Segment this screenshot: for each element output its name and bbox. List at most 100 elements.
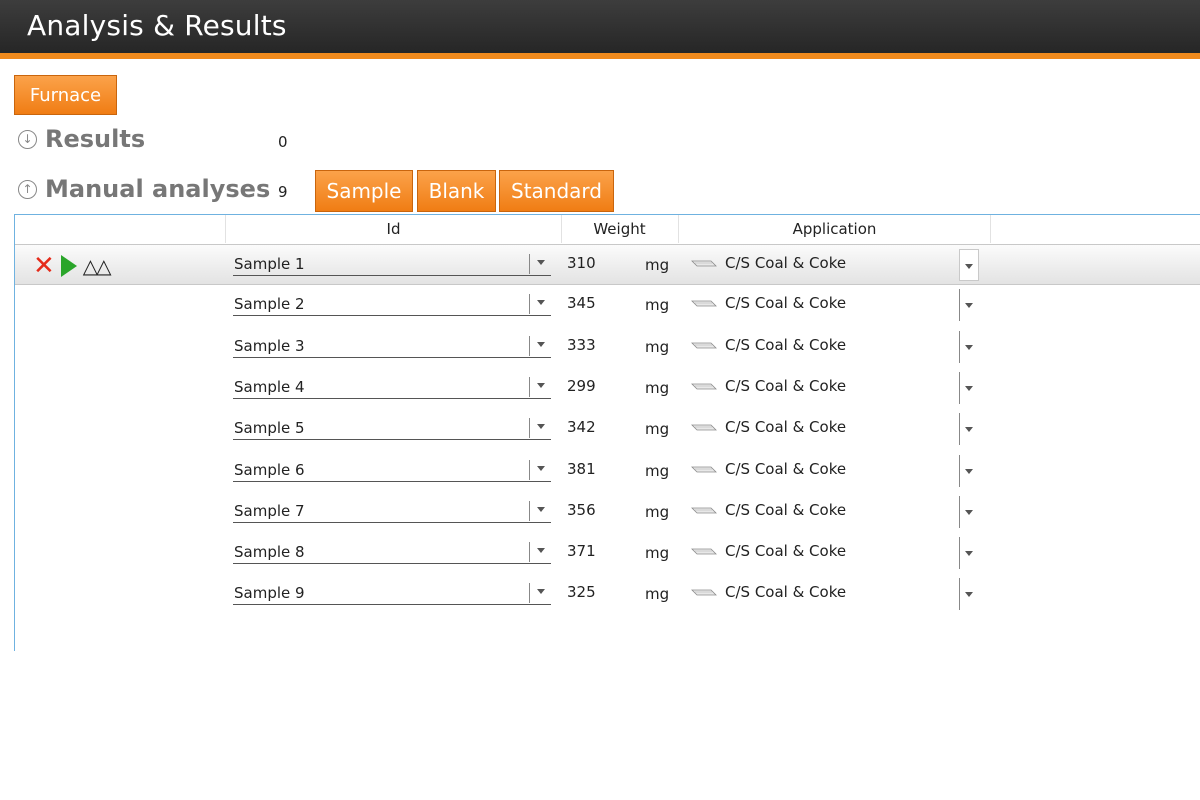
weight-unit: mg bbox=[645, 585, 670, 604]
application-dropdown[interactable] bbox=[959, 413, 979, 446]
weight-value[interactable]: 325 bbox=[567, 583, 596, 601]
application-value: C/S Coal & Coke bbox=[725, 500, 847, 519]
combobox-separator bbox=[529, 376, 530, 397]
furnace-button[interactable]: Furnace bbox=[14, 75, 117, 115]
weight-value[interactable]: 310 bbox=[567, 254, 596, 272]
application-dropdown[interactable] bbox=[959, 454, 979, 487]
column-header-application[interactable]: Application bbox=[679, 215, 991, 243]
application-value: C/S Coal & Coke bbox=[725, 542, 847, 561]
sample-id-combobox[interactable]: Sample 1 bbox=[233, 252, 551, 276]
sample-id-value: Sample 5 bbox=[234, 419, 305, 438]
table-row[interactable]: Sample 4 299 mg C/S Coal & Coke bbox=[15, 368, 1200, 409]
sample-id-value: Sample 1 bbox=[234, 255, 305, 273]
results-count: 0 bbox=[278, 133, 288, 151]
combobox-separator bbox=[529, 542, 530, 563]
crucible-boat-icon bbox=[691, 466, 717, 472]
application-value: C/S Coal & Coke bbox=[725, 376, 847, 395]
table-row[interactable]: Sample 9 325 mg C/S Coal & Coke bbox=[15, 574, 1200, 615]
combobox-separator bbox=[529, 500, 530, 521]
combobox-separator bbox=[529, 583, 530, 604]
weight-value[interactable]: 333 bbox=[567, 336, 596, 354]
application-value: C/S Coal & Coke bbox=[725, 459, 847, 478]
chevron-down-icon bbox=[965, 509, 973, 515]
table-row[interactable]: Sample 6 381 mg C/S Coal & Coke bbox=[15, 451, 1200, 492]
column-header-id[interactable]: Id bbox=[225, 215, 562, 243]
weight-unit: mg bbox=[645, 378, 670, 397]
table-row[interactable]: Sample 8 371 mg C/S Coal & Coke bbox=[15, 533, 1200, 574]
column-header-weight[interactable]: Weight bbox=[561, 215, 679, 243]
chevron-down-icon[interactable] bbox=[537, 548, 545, 554]
combobox-separator bbox=[529, 254, 530, 274]
crucible-boat-icon bbox=[691, 342, 717, 348]
sample-id-value: Sample 2 bbox=[234, 295, 305, 314]
sample-id-combobox[interactable]: Sample 4 bbox=[233, 375, 551, 399]
play-icon[interactable] bbox=[60, 255, 77, 277]
sample-id-value: Sample 4 bbox=[234, 377, 305, 396]
table-row[interactable]: ✕ △△ Sample 1 310 mg C/S Coal & Coke bbox=[15, 244, 1200, 285]
application-dropdown[interactable] bbox=[959, 495, 979, 528]
weight-value[interactable]: 381 bbox=[567, 460, 596, 478]
add-standard-button[interactable]: Standard bbox=[499, 170, 614, 212]
chevron-down-icon bbox=[965, 385, 973, 391]
sample-id-combobox[interactable]: Sample 7 bbox=[233, 499, 551, 523]
sample-id-combobox[interactable]: Sample 9 bbox=[233, 581, 551, 606]
sample-id-value: Sample 6 bbox=[234, 460, 305, 479]
weight-value[interactable]: 356 bbox=[567, 501, 596, 519]
results-section-toggle[interactable]: ↓ Results bbox=[18, 125, 145, 153]
application-value: C/S Coal & Coke bbox=[725, 418, 847, 437]
weight-value[interactable]: 299 bbox=[567, 377, 596, 395]
weight-unit: mg bbox=[645, 502, 670, 521]
sample-id-combobox[interactable]: Sample 8 bbox=[233, 540, 551, 565]
application-dropdown[interactable] bbox=[959, 578, 979, 611]
application-dropdown[interactable] bbox=[959, 371, 979, 404]
manual-analyses-count: 9 bbox=[278, 183, 288, 201]
combobox-separator bbox=[529, 418, 530, 439]
chevron-down-circle-icon: ↓ bbox=[18, 129, 37, 149]
weight-unit: mg bbox=[645, 296, 670, 315]
crucible-boat-icon bbox=[691, 383, 717, 390]
add-blank-button[interactable]: Blank bbox=[417, 170, 496, 212]
chevron-down-icon[interactable] bbox=[537, 382, 545, 388]
application-dropdown[interactable] bbox=[959, 249, 979, 281]
sample-id-value: Sample 7 bbox=[234, 501, 305, 520]
application-dropdown[interactable] bbox=[959, 330, 979, 363]
sample-id-combobox[interactable]: Sample 2 bbox=[233, 292, 551, 317]
chevron-down-icon[interactable] bbox=[537, 424, 545, 430]
chevron-down-icon[interactable] bbox=[537, 260, 545, 265]
crucible-boat-icon bbox=[691, 589, 717, 596]
table-row[interactable]: Sample 5 342 mg C/S Coal & Coke bbox=[15, 409, 1200, 450]
manual-analyses-label: Manual analyses bbox=[45, 175, 271, 203]
chevron-down-icon[interactable] bbox=[537, 589, 545, 595]
chevron-down-icon[interactable] bbox=[537, 506, 545, 512]
manual-analyses-section-toggle[interactable]: ↑ Manual analyses bbox=[18, 175, 270, 203]
row-actions: ✕ △△ bbox=[33, 253, 112, 279]
chevron-down-icon[interactable] bbox=[537, 341, 545, 347]
weight-value[interactable]: 371 bbox=[567, 542, 596, 560]
application-dropdown[interactable] bbox=[959, 537, 979, 570]
close-icon[interactable]: ✕ bbox=[33, 253, 55, 279]
sample-id-combobox[interactable]: Sample 6 bbox=[233, 458, 551, 482]
application-dropdown[interactable] bbox=[959, 289, 979, 322]
chevron-down-icon[interactable] bbox=[537, 300, 545, 306]
application-value: C/S Coal & Coke bbox=[725, 254, 847, 272]
weight-value[interactable]: 342 bbox=[567, 418, 596, 436]
crucible-boat-icon bbox=[691, 260, 717, 267]
weight-value[interactable]: 345 bbox=[567, 294, 596, 312]
table-row[interactable]: Sample 7 356 mg C/S Coal & Coke bbox=[15, 492, 1200, 533]
table-row[interactable]: Sample 2 345 mg C/S Coal & Coke bbox=[15, 285, 1200, 326]
chevron-down-icon bbox=[965, 468, 973, 474]
chevron-up-circle-icon: ↑ bbox=[18, 179, 37, 199]
table-row[interactable]: Sample 3 333 mg C/S Coal & Coke bbox=[15, 327, 1200, 368]
sample-id-combobox[interactable]: Sample 5 bbox=[233, 416, 551, 441]
chevron-down-icon bbox=[965, 551, 973, 557]
combobox-separator bbox=[529, 459, 530, 480]
sample-id-combobox[interactable]: Sample 3 bbox=[233, 334, 551, 358]
chevron-down-icon bbox=[965, 264, 973, 269]
weight-unit: mg bbox=[645, 337, 670, 356]
add-sample-button[interactable]: Sample bbox=[315, 170, 413, 212]
chevron-down-icon[interactable] bbox=[537, 465, 545, 471]
sample-id-value: Sample 3 bbox=[234, 336, 305, 355]
balance-scale-icon[interactable]: △△ bbox=[83, 256, 112, 276]
manual-analyses-grid: Id Weight Application ✕ △△ Sample 1 310 mg C/… bbox=[14, 214, 1200, 651]
results-section-label: Results bbox=[45, 125, 146, 153]
